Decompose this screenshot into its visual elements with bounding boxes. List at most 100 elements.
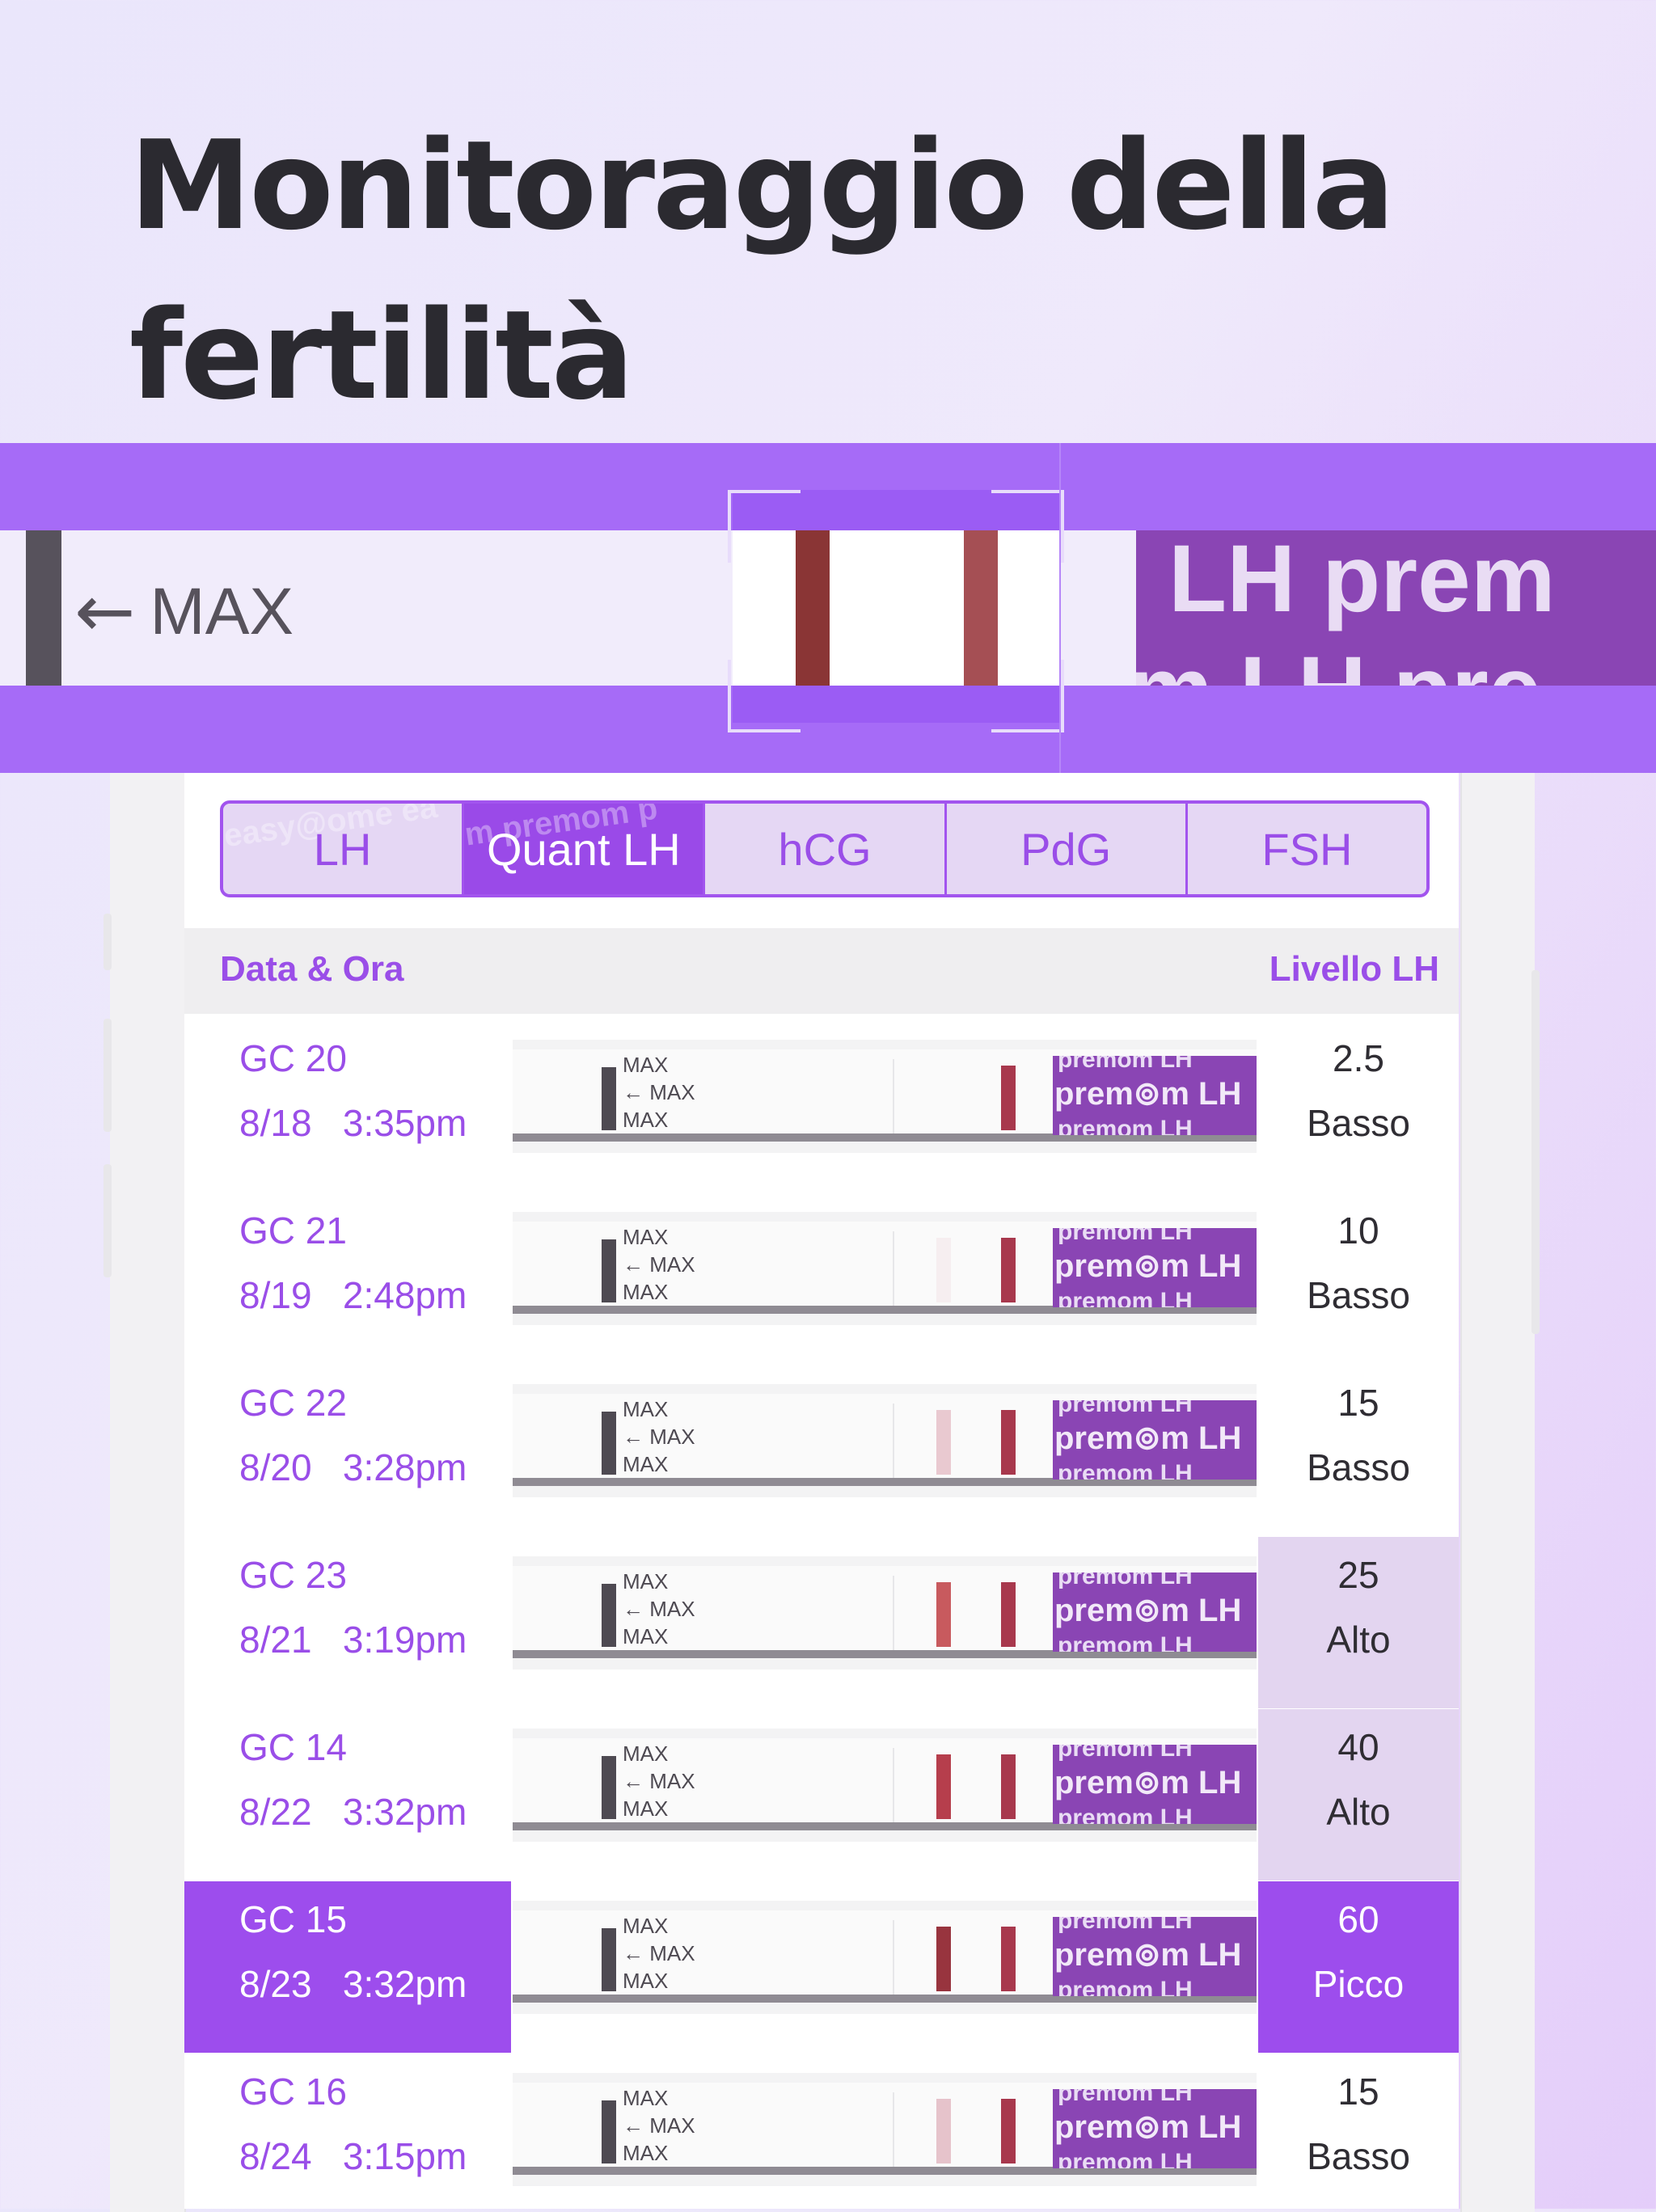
max-indicator: ← MAX <box>74 569 294 654</box>
strip-max-label: MAX <box>623 1914 669 1938</box>
strip-brand: premom LH prem⊚m LH premom LH <box>1053 1228 1257 1307</box>
time-value: 3:19pm <box>342 1619 467 1661</box>
focus-corner-bottom-right <box>991 660 1064 732</box>
control-line <box>1001 1066 1016 1130</box>
brand-text: premom LH <box>1058 1977 1193 1996</box>
date-cell: GC 21 8/19 2:48pm <box>184 1193 511 1364</box>
phone-volume-down <box>104 1164 112 1277</box>
brand-text: prem⊚m LH <box>1054 1248 1242 1284</box>
strip-max-label: ← MAX <box>623 1597 695 1621</box>
control-line <box>1001 2099 1016 2163</box>
strip-max-label: ← MAX <box>623 1080 695 1104</box>
brand-text: premom LH <box>1058 1917 1193 1934</box>
date-cell: GC 22 8/20 3:28pm <box>184 1365 511 1536</box>
date-cell: GC 23 8/21 3:19pm <box>184 1537 511 1708</box>
test-strip-image: MAX ← MAX MAX premom LH prem⊚m LH premom… <box>513 1212 1257 1325</box>
strip-max-text: MAX <box>649 1941 695 1965</box>
date-value: 8/18 <box>239 1102 312 1144</box>
test-line <box>936 1754 951 1819</box>
brand-label-area: LH prem m LH pre <box>1136 530 1656 686</box>
strip-brand: premom LH prem⊚m LH premom LH <box>1053 1745 1257 1824</box>
test-line <box>936 2099 951 2163</box>
cycle-label: GC 20 <box>239 1037 347 1079</box>
date-cell: GC 16 8/24 3:15pm <box>184 2054 511 2209</box>
strip-window-edge <box>893 1748 894 1822</box>
test-type-tabs: easy@ome ea LH m premom p Quant LH hCG P… <box>220 800 1430 897</box>
strip-window-edge <box>893 1231 894 1306</box>
brand-text-top: LH prem <box>1168 530 1556 632</box>
tab-pdg[interactable]: PdG <box>947 804 1188 894</box>
strip-max-text: MAX <box>649 1769 695 1793</box>
time-value: 3:32pm <box>342 1963 467 2005</box>
date-value: 8/21 <box>239 1619 312 1661</box>
table-row[interactable]: GC 16 8/24 3:15pm MAX ← MAX MAX premom L… <box>184 2054 1459 2209</box>
control-line <box>1001 1754 1016 1819</box>
brand-text: premom LH <box>1058 1400 1193 1417</box>
brand-text: prem⊚m LH <box>1054 1765 1242 1800</box>
band-divider <box>1059 443 1061 773</box>
control-line <box>1001 1410 1016 1475</box>
brand-text: premom LH <box>1058 2149 1193 2168</box>
date-value: 8/23 <box>239 1963 312 2005</box>
date-value: 8/24 <box>239 2135 312 2177</box>
zoomed-strip-banner: ← MAX LH prem m LH pre <box>0 443 1656 773</box>
time-value: 2:48pm <box>342 1274 467 1316</box>
strip-max-label: MAX <box>623 1053 669 1077</box>
lh-status: Alto <box>1326 1791 1391 1833</box>
column-header-level: Livello LH <box>1269 949 1439 989</box>
max-line-bar <box>26 530 61 686</box>
date-time: 8/20 3:28pm <box>239 1446 467 1489</box>
tab-lh[interactable]: easy@ome ea LH <box>223 804 465 894</box>
control-line <box>1001 1238 1016 1302</box>
lh-value: 15 <box>1337 2071 1379 2113</box>
zoomed-test-strip: ← MAX LH prem m LH pre <box>0 530 1656 686</box>
brand-text: premom LH <box>1058 1460 1193 1480</box>
date-value: 8/22 <box>239 1791 312 1833</box>
table-header: Data & Ora Livello LH <box>184 928 1459 1014</box>
time-value: 3:32pm <box>342 1791 467 1833</box>
level-cell: 15 Basso <box>1258 2054 1459 2209</box>
brand-text: premom LH <box>1058 1288 1193 1307</box>
brand-text-bottom: m LH pre <box>1136 635 1541 686</box>
lh-status: Basso <box>1307 2135 1410 2177</box>
phone-mute-switch <box>104 914 112 970</box>
time-value: 3:35pm <box>342 1102 467 1144</box>
lh-status: Alto <box>1326 1619 1391 1661</box>
table-row[interactable]: GC 21 8/19 2:48pm MAX ← MAX MAX premom L… <box>184 1193 1459 1364</box>
date-time: 8/22 3:32pm <box>239 1790 467 1834</box>
strip-max-label: MAX <box>623 1397 669 1421</box>
date-cell: GC 20 8/18 3:35pm <box>184 1020 511 1192</box>
test-line <box>936 1582 951 1647</box>
time-value: 3:15pm <box>342 2135 467 2177</box>
lh-status: Picco <box>1312 1963 1405 2005</box>
table-row[interactable]: GC 14 8/22 3:32pm MAX ← MAX MAX premom L… <box>184 1709 1459 1881</box>
strip-window-edge <box>893 1404 894 1478</box>
level-cell: 60 Picco <box>1258 1881 1459 2053</box>
table-row[interactable]: GC 20 8/18 3:35pm MAX ← MAX MAX premom L… <box>184 1020 1459 1192</box>
lh-value: 15 <box>1337 1382 1379 1424</box>
strip-max-bar <box>602 1412 616 1475</box>
tab-fsh[interactable]: FSH <box>1188 804 1426 894</box>
brand-text: premom LH <box>1058 1056 1193 1073</box>
table-row[interactable]: GC 23 8/21 3:19pm MAX ← MAX MAX premom L… <box>184 1537 1459 1708</box>
strip-max-label: ← MAX <box>623 1425 695 1449</box>
strip-window-edge <box>893 1059 894 1133</box>
strip-max-label: MAX <box>623 1796 669 1821</box>
phone-volume-up <box>104 1019 112 1132</box>
brand-text: premom LH <box>1058 1632 1193 1652</box>
table-row[interactable]: GC 15 8/23 3:32pm MAX ← MAX MAX premom L… <box>184 1881 1459 2053</box>
tab-hcg[interactable]: hCG <box>705 804 947 894</box>
strip-max-bar <box>602 1067 616 1130</box>
strip-brand: premom LH prem⊚m LH premom LH <box>1053 1572 1257 1652</box>
strip-max-bar <box>602 2100 616 2163</box>
tab-quant-lh[interactable]: m premom p Quant LH <box>464 804 706 894</box>
strip-max-text: MAX <box>649 1080 695 1104</box>
date-time: 8/24 3:15pm <box>239 2134 467 2178</box>
strip-window-edge <box>893 1920 894 1995</box>
strip-max-label: ← MAX <box>623 1769 695 1793</box>
table-row[interactable]: GC 22 8/20 3:28pm MAX ← MAX MAX premom L… <box>184 1365 1459 1536</box>
strip-brand: premom LH prem⊚m LH premom LH <box>1053 1056 1257 1135</box>
cycle-label: GC 16 <box>239 2071 347 2113</box>
focus-corner-top-right <box>991 490 1064 563</box>
phone-frame-right <box>1460 773 1535 2212</box>
